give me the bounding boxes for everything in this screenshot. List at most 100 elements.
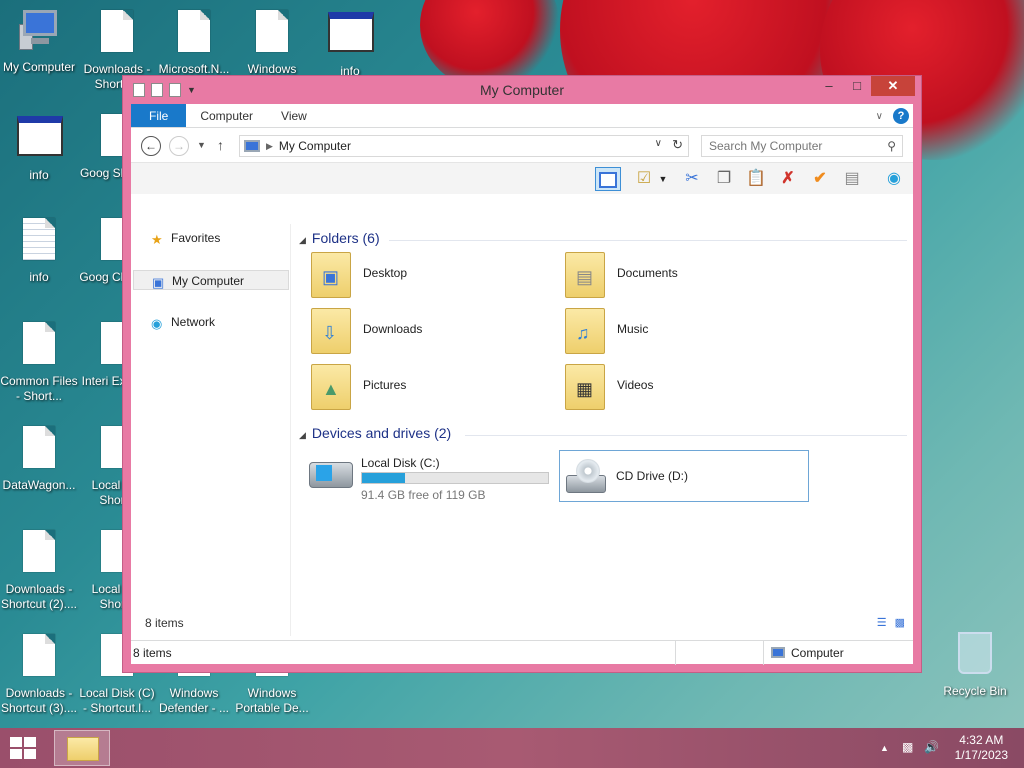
cd-drive-icon bbox=[566, 459, 606, 495]
desktop-icon-my-computer[interactable]: My Computer bbox=[0, 8, 78, 75]
rename-check-icon[interactable]: ✔ bbox=[807, 167, 833, 191]
group-divider bbox=[465, 435, 907, 436]
downloads-folder-icon: ⇩ bbox=[311, 308, 351, 354]
desktop-icon-windows[interactable]: Windows bbox=[233, 8, 311, 77]
desktop-icon-recycle-bin[interactable]: Recycle Bin bbox=[936, 630, 1014, 699]
network-status-icon[interactable]: ▩ bbox=[902, 740, 913, 754]
windows-logo-icon bbox=[24, 737, 36, 747]
up-button[interactable]: ↑ bbox=[217, 137, 224, 153]
forward-button[interactable]: → bbox=[169, 136, 189, 156]
folders-group-header[interactable]: ◢ Folders (6) bbox=[299, 230, 380, 246]
folder-pictures[interactable]: ▲ Pictures bbox=[311, 362, 531, 414]
folder-label: Videos bbox=[617, 378, 654, 392]
address-bar[interactable]: ▶ My Computer ∨ ↻ bbox=[239, 135, 689, 157]
minimize-button[interactable]: – bbox=[815, 76, 843, 96]
desktop-icon-info-3[interactable]: info bbox=[0, 216, 78, 285]
taskbar: ▲ ▩ 🔊 4:32 AM 1/17/2023 bbox=[0, 728, 1024, 768]
drives-group-header[interactable]: ◢ Devices and drives (2) bbox=[299, 425, 451, 441]
close-button[interactable]: ✕ bbox=[871, 76, 915, 96]
windows-logo-icon bbox=[10, 749, 22, 759]
tab-file[interactable]: File bbox=[131, 104, 187, 127]
tab-computer[interactable]: Computer bbox=[186, 104, 267, 127]
folder-documents[interactable]: ▤ Documents bbox=[565, 250, 785, 302]
folder-label: Documents bbox=[617, 266, 678, 280]
content-pane: ◢ Folders (6) ▣ Desktop ▤ Documents ⇩ Dow… bbox=[293, 224, 913, 636]
desktop-icon-datawagon[interactable]: DataWagon... bbox=[0, 424, 78, 493]
desktop-icon-downloads-shortcut-2[interactable]: Downloads - Shortcut (2).... bbox=[0, 528, 78, 612]
clock[interactable]: 4:32 AM 1/17/2023 bbox=[955, 733, 1008, 763]
window-controls: – □ ✕ bbox=[815, 76, 915, 96]
refresh-icon[interactable]: ↻ bbox=[672, 137, 683, 153]
volume-icon[interactable]: 🔊 bbox=[924, 740, 939, 754]
command-toolbar: ☑ ▼ ✂ ❐ 📋 ✗ ✔ ▤ ◉ bbox=[131, 162, 913, 194]
title-bar[interactable]: ▼ My Computer – □ ✕ bbox=[123, 76, 921, 104]
delete-icon[interactable]: ✗ bbox=[775, 167, 801, 191]
desktop-icon-microsoft-n[interactable]: Microsoft.N... bbox=[155, 8, 233, 77]
expand-ribbon-icon[interactable]: ∨ bbox=[876, 111, 883, 122]
large-icons-view-icon[interactable]: ▩ bbox=[895, 616, 905, 629]
desktop-icon-label: Downloads - Shortcut (3).... bbox=[0, 686, 78, 715]
drive-cd-d[interactable]: CD Drive (D:) bbox=[559, 450, 809, 502]
collapse-triangle-icon[interactable]: ◢ bbox=[299, 235, 306, 245]
group-divider bbox=[389, 240, 907, 241]
folder-videos[interactable]: ▦ Videos bbox=[565, 362, 785, 414]
preview-pane-button[interactable] bbox=[595, 167, 621, 191]
desktop-icon-common-files[interactable]: Common Files - Short... bbox=[0, 320, 78, 404]
select-dropdown-icon[interactable]: ▼ bbox=[657, 167, 669, 191]
clock-date: 1/17/2023 bbox=[954, 748, 1008, 762]
status-zone-label: Computer bbox=[791, 646, 844, 660]
desktop-icon-label: Windows Portable De... bbox=[235, 686, 309, 715]
status-item-count: 8 items bbox=[133, 646, 172, 660]
back-button[interactable]: ← bbox=[141, 136, 161, 156]
window-client-area: File Computer View ∨ ? ← → ▼ ↑ ▶ My Comp… bbox=[131, 104, 913, 665]
tab-view[interactable]: View bbox=[267, 104, 321, 127]
drive-label: Local Disk (C:) bbox=[361, 456, 440, 470]
folder-desktop[interactable]: ▣ Desktop bbox=[311, 250, 531, 302]
taskbar-file-explorer-button[interactable] bbox=[54, 730, 110, 766]
start-button[interactable] bbox=[10, 737, 38, 759]
drive-usage-bar bbox=[361, 472, 549, 484]
folder-label: Music bbox=[617, 322, 649, 336]
maximize-button[interactable]: □ bbox=[843, 76, 871, 96]
drive-usage-fill bbox=[362, 473, 406, 483]
desktop-icon-label: Downloads - Shortcut (2).... bbox=[0, 582, 78, 611]
details-view-icon[interactable]: ☰ bbox=[877, 616, 887, 629]
show-hidden-icons-icon[interactable]: ▲ bbox=[880, 743, 889, 753]
address-row: ← → ▼ ↑ ▶ My Computer ∨ ↻ Search My Comp… bbox=[131, 128, 913, 162]
videos-folder-icon: ▦ bbox=[565, 364, 605, 410]
computer-icon: ▣ bbox=[152, 275, 165, 290]
copy-icon[interactable]: ❐ bbox=[711, 167, 737, 191]
computer-icon bbox=[17, 8, 61, 56]
search-input[interactable]: Search My Computer ⚲ bbox=[701, 135, 903, 157]
nav-item-favorites[interactable]: ★ Favorites bbox=[133, 228, 289, 248]
cut-icon[interactable]: ✂ bbox=[679, 167, 705, 191]
navigation-pane: ★ Favorites ▣ My Computer ◉ Network bbox=[131, 224, 291, 636]
desktop-icon-info[interactable]: info bbox=[311, 8, 389, 79]
properties-button[interactable]: ▤ bbox=[839, 167, 865, 191]
drive-local-disk-c[interactable]: Local Disk (C:) 91.4 GB free of 119 GB bbox=[305, 450, 555, 502]
recent-locations-icon[interactable]: ▼ bbox=[197, 140, 206, 150]
collapse-triangle-icon[interactable]: ◢ bbox=[299, 430, 306, 440]
desktop-icon-downloads-shortcut-3[interactable]: Downloads - Shortcut (3).... bbox=[0, 632, 78, 716]
nav-item-network[interactable]: ◉ Network bbox=[133, 312, 289, 332]
address-path[interactable]: My Computer bbox=[279, 139, 351, 153]
paste-icon[interactable]: 📋 bbox=[743, 167, 769, 191]
help-icon[interactable]: ? bbox=[893, 108, 909, 124]
folder-music[interactable]: ♫ Music bbox=[565, 306, 785, 358]
breadcrumb-arrow-icon[interactable]: ▶ bbox=[266, 141, 273, 152]
network-globe-icon[interactable]: ◉ bbox=[881, 167, 907, 191]
nav-item-my-computer[interactable]: ▣ My Computer bbox=[133, 270, 289, 290]
windows-logo-icon bbox=[316, 465, 332, 481]
folder-downloads[interactable]: ⇩ Downloads bbox=[311, 306, 531, 358]
recycle-bin-icon bbox=[953, 632, 997, 680]
explorer-window: ▼ My Computer – □ ✕ File Computer View ∨… bbox=[122, 75, 922, 673]
search-icon[interactable]: ⚲ bbox=[887, 136, 896, 156]
file-icon bbox=[250, 10, 294, 58]
pictures-folder-icon: ▲ bbox=[311, 364, 351, 410]
select-all-button[interactable]: ☑ bbox=[631, 167, 657, 191]
address-dropdown-icon[interactable]: ∨ bbox=[655, 138, 662, 149]
computer-icon bbox=[771, 647, 785, 658]
desktop-icon-info-2[interactable]: info bbox=[0, 112, 78, 183]
nav-item-label: My Computer bbox=[172, 274, 245, 288]
file-icon bbox=[17, 634, 61, 682]
